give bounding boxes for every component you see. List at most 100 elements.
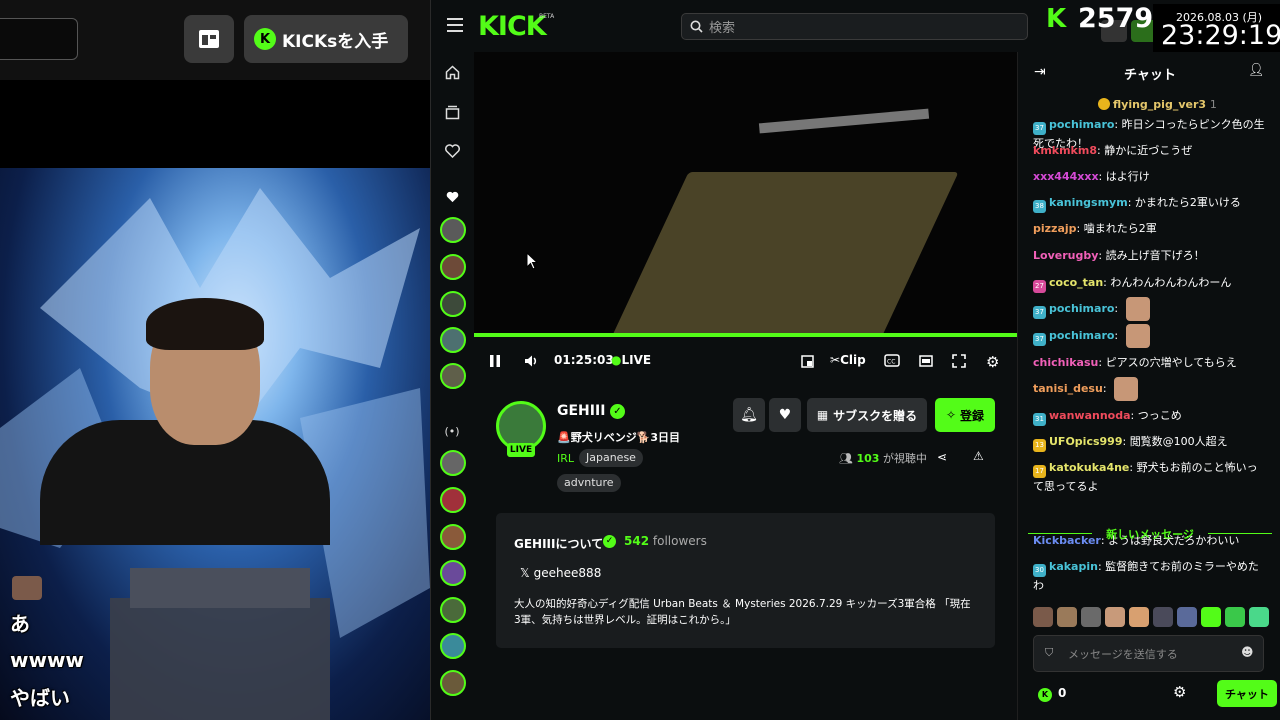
- captions-icon[interactable]: CC: [884, 354, 900, 370]
- followed-channel-avatar[interactable]: [440, 363, 466, 389]
- recommended-channel-avatar[interactable]: [440, 597, 466, 623]
- recommended-channel-avatar[interactable]: [440, 487, 466, 513]
- chat-username[interactable]: wanwannoda: [1049, 409, 1131, 422]
- pause-icon[interactable]: [489, 354, 501, 371]
- collapse-chat-icon[interactable]: ⇥: [1034, 64, 1046, 80]
- tag-chip[interactable]: advnture: [557, 474, 621, 492]
- emote-icon: [1125, 297, 1150, 321]
- mini-player-icon[interactable]: [801, 355, 814, 371]
- chat-text: かまれたら2軍いける: [1134, 196, 1241, 209]
- recommended-channel-avatar[interactable]: [440, 560, 466, 586]
- menu-icon[interactable]: [447, 18, 463, 32]
- streamer-hair: [146, 298, 264, 350]
- theater-mode-icon[interactable]: [919, 355, 933, 370]
- emote-icon[interactable]: [1057, 607, 1077, 627]
- subscriber-badge-icon: 31: [1033, 413, 1046, 426]
- chat-username[interactable]: chichikasu: [1033, 356, 1098, 369]
- search-input[interactable]: 検索: [681, 13, 1028, 40]
- chat-message-input[interactable]: メッセージを送信する: [1033, 635, 1264, 672]
- video-player[interactable]: [474, 52, 1017, 335]
- browse-icon[interactable]: [443, 103, 461, 121]
- emote-icon[interactable]: [1201, 607, 1221, 627]
- kick-window: KICK BETA 検索 K 2579 2026.08.03 (月) 23:29…: [430, 0, 1280, 720]
- subscriber-badge-icon: 30: [1033, 564, 1046, 577]
- chat-message: 38 kaningsmym: かまれたら2軍いける: [1033, 194, 1268, 213]
- chat-message: 30 kakapin: 監督飽きてお前のミラーやめたわ: [1033, 558, 1268, 595]
- kick-logo[interactable]: KICK: [478, 11, 547, 42]
- chat-message: tanisi_desu:: [1033, 377, 1268, 401]
- live-dot-icon: ●: [611, 353, 622, 367]
- followers-count: 542 followers: [624, 534, 707, 548]
- overlay-chat-line: wwww: [10, 648, 84, 672]
- followed-channel-avatar[interactable]: [440, 217, 466, 243]
- chat-username[interactable]: xxx444xxx: [1033, 170, 1099, 183]
- chat-send-button[interactable]: チャット: [1217, 680, 1277, 707]
- volume-icon[interactable]: [524, 354, 539, 371]
- chat-text: はよ行け: [1105, 170, 1150, 183]
- chat-username[interactable]: Loverugby: [1033, 249, 1098, 262]
- emote-icon[interactable]: [1081, 607, 1101, 627]
- emote-icon: [1125, 324, 1150, 348]
- chat-text: わんわんわんわんわーん: [1110, 276, 1232, 289]
- recommended-channel-avatar[interactable]: [440, 633, 466, 659]
- chat-username[interactable]: pizzajp: [1033, 222, 1077, 235]
- fullscreen-icon[interactable]: [952, 354, 966, 371]
- share-icon[interactable]: ⋖: [937, 450, 947, 464]
- report-icon[interactable]: ⚠: [973, 449, 984, 463]
- chat-settings-gear-icon[interactable]: ⚙: [1173, 683, 1186, 701]
- followed-channel-avatar[interactable]: [440, 327, 466, 353]
- sparkle-icon: ✧: [945, 408, 957, 422]
- emoji-picker-icon[interactable]: ☻: [1241, 645, 1254, 659]
- chat-username[interactable]: kaningsmym: [1049, 196, 1128, 209]
- overlay-input-box: [0, 18, 78, 60]
- follow-heart-button[interactable]: ♥: [769, 398, 801, 432]
- chat-username[interactable]: UFOpics999: [1049, 435, 1122, 448]
- chat-username[interactable]: katokuka4ne: [1049, 461, 1129, 474]
- emote-icon[interactable]: [1033, 607, 1053, 627]
- chat-username[interactable]: kmkmkm8: [1033, 144, 1097, 157]
- svg-text:CC: CC: [887, 359, 895, 366]
- followed-channel-avatar[interactable]: [440, 254, 466, 280]
- chat-users-icon[interactable]: 👤︎: [1248, 63, 1265, 78]
- settings-gear-icon[interactable]: ⚙: [986, 353, 999, 371]
- social-link-x[interactable]: 𝕏geehee888: [520, 566, 601, 580]
- chat-username[interactable]: kakapin: [1049, 560, 1098, 573]
- home-icon[interactable]: [443, 63, 461, 81]
- gift-subscription-button[interactable]: ▦ サブスクを贈る: [807, 398, 927, 432]
- emote-icon[interactable]: [1129, 607, 1149, 627]
- chat-username[interactable]: pochimaro: [1049, 329, 1114, 342]
- chat-separator: :: [1076, 222, 1084, 235]
- kicks-balance[interactable]: K0: [1038, 686, 1066, 702]
- subscribe-button[interactable]: ✧ 登録: [935, 398, 995, 432]
- x-logo-icon: 𝕏: [520, 566, 530, 580]
- clip-button[interactable]: ✂Clip: [830, 353, 866, 367]
- search-icon: [690, 20, 703, 33]
- beta-label: BETA: [539, 13, 555, 20]
- emote-icon[interactable]: [1105, 607, 1125, 627]
- counter-k-icon: K: [1046, 4, 1067, 34]
- emote-icon[interactable]: [1153, 607, 1173, 627]
- mouse-cursor-icon: [526, 252, 538, 270]
- recommended-channel-avatar[interactable]: [440, 670, 466, 696]
- following-heart-icon[interactable]: [443, 142, 461, 160]
- about-verified-icon: ✓: [603, 535, 616, 548]
- tag-chip[interactable]: Japanese: [579, 449, 643, 467]
- notification-bell-button[interactable]: 🔔︎: [733, 398, 765, 432]
- followed-channel-avatar[interactable]: [440, 291, 466, 317]
- chat-message: 17 katokuka4ne: 野犬もお前のこと怖いって思ってるよ: [1033, 459, 1268, 496]
- live-indicator: ●LIVE: [611, 353, 651, 367]
- chat-separator: :: [1098, 356, 1106, 369]
- chat-username[interactable]: pochimaro: [1049, 118, 1114, 131]
- emote-icon[interactable]: [1225, 607, 1245, 627]
- subscriber-badge-icon: 17: [1033, 465, 1046, 478]
- recommended-channel-avatar[interactable]: [440, 450, 466, 476]
- emote-icon[interactable]: [1177, 607, 1197, 627]
- channel-name[interactable]: GEHIII: [557, 403, 605, 419]
- stream-category[interactable]: IRL: [557, 452, 574, 465]
- kicks-coin-icon: K: [1038, 687, 1052, 702]
- chat-username[interactable]: coco_tan: [1049, 276, 1103, 289]
- recommended-channel-avatar[interactable]: [440, 524, 466, 550]
- chat-username[interactable]: pochimaro: [1049, 302, 1114, 315]
- emote-icon[interactable]: [1249, 607, 1269, 627]
- chat-username[interactable]: tanisi_desu: [1033, 382, 1103, 395]
